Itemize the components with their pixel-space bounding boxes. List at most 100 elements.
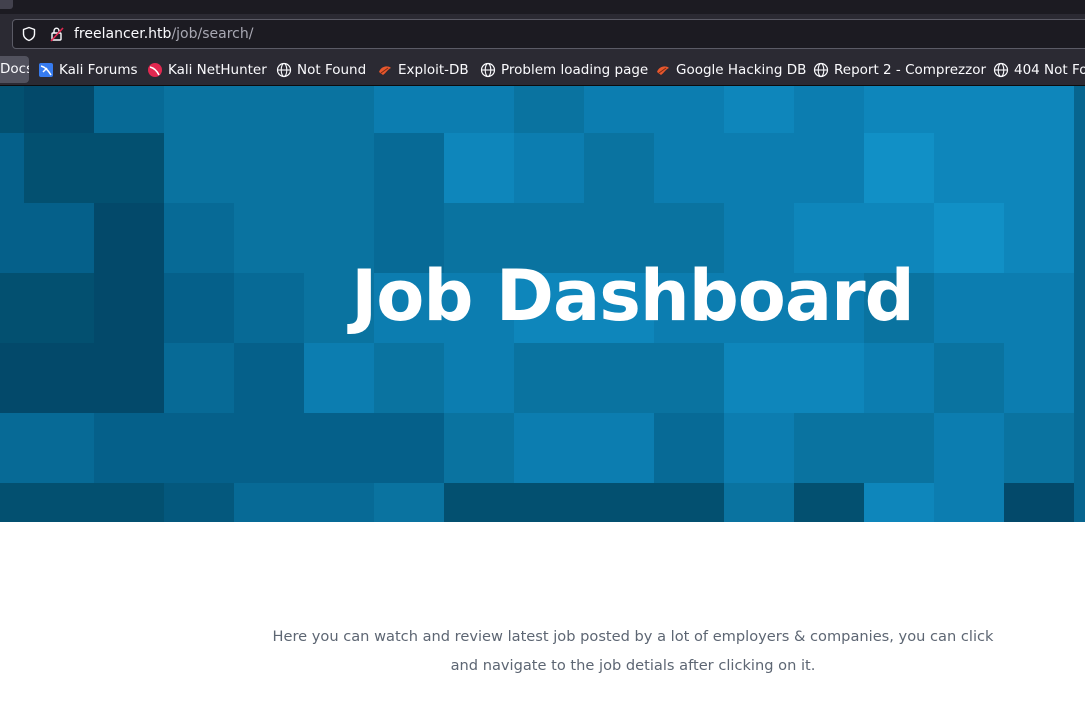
mosaic-tile bbox=[1004, 413, 1074, 483]
mosaic-tile bbox=[24, 413, 94, 483]
mosaic-tile bbox=[584, 86, 654, 133]
hero-banner: Job Dashboard bbox=[0, 86, 1085, 522]
mosaic-tile bbox=[584, 343, 654, 413]
mosaic-tile bbox=[654, 133, 724, 203]
mosaic-tile bbox=[0, 133, 24, 203]
mosaic-tile bbox=[94, 483, 164, 522]
bookmark-label: 404 Not Fo bbox=[1014, 61, 1085, 78]
bookmark-problem-loading-page[interactable]: Problem loading page bbox=[480, 54, 648, 85]
mosaic-tile bbox=[304, 343, 374, 413]
mosaic-tile bbox=[444, 86, 514, 133]
mosaic-tile bbox=[444, 343, 514, 413]
mosaic-tile bbox=[864, 483, 934, 522]
bookmark-not-found[interactable]: Not Found bbox=[276, 54, 366, 85]
mosaic-tile bbox=[94, 86, 164, 133]
mosaic-tile bbox=[514, 86, 584, 133]
bookmark-docs[interactable]: Docs bbox=[0, 56, 29, 83]
mosaic-tile bbox=[794, 86, 864, 133]
exploit-db-icon bbox=[657, 65, 669, 75]
mosaic-tile bbox=[1004, 483, 1074, 522]
mosaic-tile bbox=[374, 483, 444, 522]
mosaic-tile bbox=[654, 413, 724, 483]
browser-tab[interactable] bbox=[0, 0, 13, 9]
mosaic-tile bbox=[234, 133, 304, 203]
insecure-lock-icon[interactable] bbox=[49, 26, 65, 42]
tracking-protection-shield-icon[interactable] bbox=[21, 26, 37, 42]
url-path: /job/search/ bbox=[171, 26, 254, 42]
globe-icon bbox=[480, 62, 496, 77]
mosaic-tile bbox=[514, 413, 584, 483]
bookmark-label: Not Found bbox=[297, 61, 367, 78]
mosaic-tile bbox=[444, 413, 514, 483]
mosaic-tile bbox=[374, 86, 444, 133]
mosaic-tile bbox=[514, 133, 584, 203]
mosaic-tile bbox=[0, 413, 24, 483]
bookmark-kali-forums[interactable]: Kali Forums bbox=[38, 54, 138, 85]
mosaic-tile bbox=[374, 133, 444, 203]
mosaic-tile bbox=[584, 133, 654, 203]
mosaic-tile bbox=[654, 86, 724, 133]
mosaic-tile bbox=[654, 483, 724, 522]
mosaic-tile bbox=[654, 343, 724, 413]
mosaic-tile bbox=[0, 343, 24, 413]
mosaic-tile bbox=[934, 413, 1004, 483]
mosaic-tile bbox=[444, 133, 514, 203]
mosaic-tile bbox=[864, 133, 934, 203]
mosaic-tile bbox=[0, 483, 24, 522]
mosaic-tile bbox=[584, 483, 654, 522]
mosaic-tile bbox=[304, 86, 374, 133]
intro-text: Here you can watch and review latest job… bbox=[272, 628, 994, 674]
mosaic-tile bbox=[24, 133, 94, 203]
url-text[interactable]: freelancer.htb/job/search/ bbox=[74, 26, 253, 43]
mosaic-tile bbox=[374, 413, 444, 483]
globe-icon bbox=[813, 62, 829, 77]
mosaic-tile bbox=[164, 483, 234, 522]
kali-nethunter-icon bbox=[148, 62, 162, 77]
mosaic-tile bbox=[864, 413, 934, 483]
globe-icon bbox=[993, 62, 1009, 77]
page-title: Job Dashboard bbox=[351, 255, 915, 337]
mosaic-tile bbox=[94, 343, 164, 413]
bookmark-label: Problem loading page bbox=[501, 61, 649, 78]
bookmark-label: Exploit-DB bbox=[398, 61, 469, 78]
mosaic-tile bbox=[724, 343, 794, 413]
mosaic-tile bbox=[794, 343, 864, 413]
mosaic-tile bbox=[234, 483, 304, 522]
mosaic-tile bbox=[164, 413, 234, 483]
mosaic-tile bbox=[794, 413, 864, 483]
mosaic-tile bbox=[934, 133, 1004, 203]
mosaic-tile bbox=[864, 86, 934, 133]
mosaic-tile bbox=[94, 133, 164, 203]
bookmark-report-2-comprezzor[interactable]: Report 2 - Comprezzor bbox=[813, 54, 986, 85]
bookmark-label: Report 2 - Comprezzor bbox=[834, 61, 987, 78]
mosaic-tile bbox=[584, 413, 654, 483]
mosaic-tile bbox=[794, 483, 864, 522]
url-host: freelancer.htb bbox=[74, 26, 172, 42]
kali-forums-icon bbox=[39, 62, 53, 77]
bookmark-label: Google Hacking DB bbox=[676, 61, 807, 78]
bookmarks-toolbar: Docs Kali Forums Kali NetHunter Not Foun… bbox=[0, 54, 1085, 86]
mosaic-tile bbox=[24, 343, 94, 413]
mosaic-tile bbox=[934, 86, 1004, 133]
url-bar[interactable]: freelancer.htb/job/search/ bbox=[12, 19, 1085, 49]
exploit-db-icon bbox=[379, 65, 391, 75]
mosaic-tile bbox=[24, 86, 94, 133]
mosaic-tile bbox=[234, 86, 304, 133]
mosaic-tile bbox=[1004, 133, 1074, 203]
mosaic-tile bbox=[304, 133, 374, 203]
mosaic-tile bbox=[374, 343, 444, 413]
mosaic-tile bbox=[164, 343, 234, 413]
mosaic-tile bbox=[304, 413, 374, 483]
mosaic-tile bbox=[934, 483, 1004, 522]
bookmark-404-not-found[interactable]: 404 Not Fo bbox=[993, 54, 1085, 85]
mosaic-tile bbox=[864, 343, 934, 413]
bookmark-kali-nethunter[interactable]: Kali NetHunter bbox=[147, 54, 267, 85]
mosaic-tile bbox=[304, 483, 374, 522]
mosaic-tile bbox=[724, 86, 794, 133]
bookmark-label: Docs bbox=[0, 61, 29, 77]
mosaic-tile bbox=[724, 483, 794, 522]
bookmark-exploit-db[interactable]: Exploit-DB bbox=[377, 54, 469, 85]
mosaic-tile bbox=[514, 483, 584, 522]
mosaic-tile bbox=[444, 483, 514, 522]
bookmark-google-hacking-db[interactable]: Google Hacking DB bbox=[655, 54, 806, 85]
